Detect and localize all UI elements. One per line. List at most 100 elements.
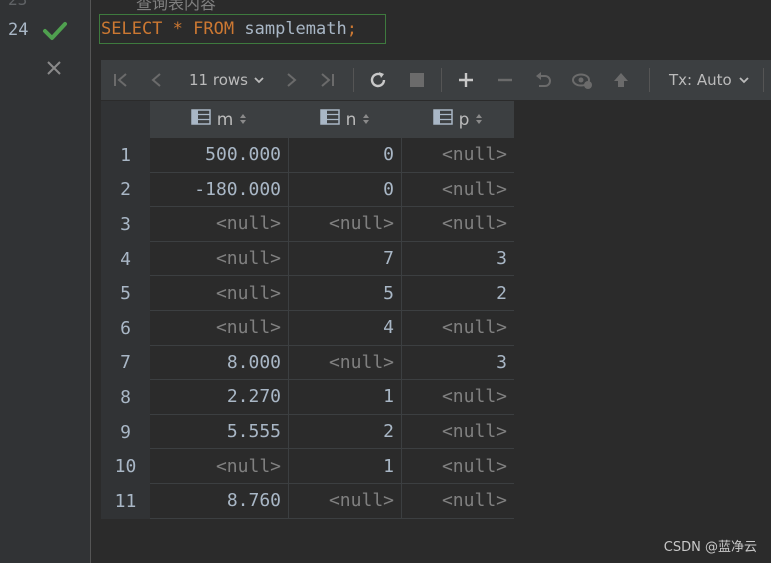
column-header-p[interactable]: p bbox=[402, 101, 514, 138]
sql-statement[interactable]: SELECT * FROM samplemath; bbox=[101, 19, 357, 39]
column-name: m bbox=[216, 109, 234, 130]
first-page-icon[interactable] bbox=[109, 60, 133, 100]
column-name: p bbox=[458, 109, 470, 130]
cell-p[interactable]: <null> bbox=[402, 380, 514, 415]
transaction-mode-dropdown[interactable]: Tx: Auto bbox=[669, 60, 750, 100]
column-name: n bbox=[345, 109, 357, 130]
cell-p[interactable]: 3 bbox=[402, 241, 514, 277]
results-toolbar: 11 rows Tx: Auto bbox=[101, 60, 771, 100]
cell-m[interactable]: 2.270 bbox=[150, 380, 289, 415]
cell-m[interactable]: 500.000 bbox=[150, 138, 289, 173]
table-row[interactable]: 6 <null> 4 <null> bbox=[101, 311, 514, 346]
toolbar-divider bbox=[763, 68, 764, 92]
cell-n[interactable]: <null> bbox=[289, 207, 402, 242]
cell-n[interactable]: <null> bbox=[289, 484, 402, 519]
row-number: 4 bbox=[101, 241, 150, 277]
table-row[interactable]: 7 8.000 <null> 3 bbox=[101, 345, 514, 381]
last-page-icon[interactable] bbox=[315, 60, 339, 100]
cell-n[interactable]: 5 bbox=[289, 276, 402, 311]
sql-keyword-select: SELECT bbox=[101, 19, 163, 39]
cell-n[interactable]: 0 bbox=[289, 172, 402, 208]
cell-p[interactable]: <null> bbox=[402, 484, 514, 519]
cell-n[interactable]: 2 bbox=[289, 414, 402, 450]
column-header-m[interactable]: m bbox=[150, 101, 289, 138]
row-number: 5 bbox=[101, 276, 150, 311]
cell-n[interactable]: <null> bbox=[289, 345, 402, 381]
cell-n[interactable]: 4 bbox=[289, 311, 402, 346]
toolbar-divider bbox=[649, 68, 650, 92]
row-number: 6 bbox=[101, 311, 150, 346]
cell-p[interactable]: <null> bbox=[402, 449, 514, 484]
table-row[interactable]: 5 <null> 5 2 bbox=[101, 276, 514, 311]
table-row[interactable]: 8 2.270 1 <null> bbox=[101, 380, 514, 415]
row-number-header bbox=[101, 101, 150, 138]
table-row[interactable]: 3 <null> <null> <null> bbox=[101, 207, 514, 242]
delete-row-icon[interactable] bbox=[493, 60, 517, 100]
cell-p[interactable]: <null> bbox=[402, 414, 514, 450]
cell-m[interactable]: 5.555 bbox=[150, 414, 289, 450]
line-number: 24 bbox=[8, 20, 29, 40]
editor-gutter bbox=[0, 0, 91, 563]
sort-icon bbox=[475, 110, 483, 130]
check-icon bbox=[43, 22, 67, 40]
table-row[interactable]: 10 <null> 1 <null> bbox=[101, 449, 514, 484]
stop-icon[interactable] bbox=[405, 60, 429, 100]
cell-p[interactable]: 3 bbox=[402, 345, 514, 381]
sort-icon bbox=[239, 110, 247, 130]
cell-m[interactable]: 8.000 bbox=[150, 345, 289, 381]
column-icon bbox=[190, 109, 211, 130]
rows-count-dropdown[interactable]: 11 rows bbox=[189, 60, 265, 100]
row-number: 11 bbox=[101, 484, 150, 519]
sql-table-name: samplemath bbox=[244, 19, 347, 39]
cell-m[interactable]: <null> bbox=[150, 311, 289, 346]
cell-p[interactable]: <null> bbox=[402, 207, 514, 242]
toolbar-divider bbox=[441, 68, 442, 92]
preview-changes-icon[interactable] bbox=[569, 60, 595, 100]
cell-n[interactable]: 0 bbox=[289, 138, 402, 173]
results-grid: m n p 1 500.000 0 <null> 2 -180.000 0 <null> 3 <n… bbox=[101, 101, 514, 519]
prev-page-icon[interactable] bbox=[145, 60, 169, 100]
row-number: 3 bbox=[101, 207, 150, 242]
cell-p[interactable]: <null> bbox=[402, 138, 514, 173]
rows-count-label: 11 rows bbox=[189, 71, 248, 89]
chevron-down-icon bbox=[739, 77, 749, 84]
sql-keyword-from: FROM bbox=[193, 19, 235, 39]
add-row-icon[interactable] bbox=[453, 60, 479, 100]
row-number: 8 bbox=[101, 380, 150, 415]
table-row[interactable]: 1 500.000 0 <null> bbox=[101, 138, 514, 173]
toolbar-divider bbox=[353, 68, 354, 92]
row-number: 10 bbox=[101, 449, 150, 484]
cell-n[interactable]: 1 bbox=[289, 449, 402, 484]
watermark: CSDN @蓝净云 bbox=[663, 540, 757, 555]
cell-m[interactable]: <null> bbox=[150, 241, 289, 277]
row-number: 2 bbox=[101, 172, 150, 208]
cell-p[interactable]: 2 bbox=[402, 276, 514, 311]
cell-m[interactable]: <null> bbox=[150, 449, 289, 484]
column-icon bbox=[432, 109, 453, 130]
row-number: 7 bbox=[101, 345, 150, 381]
table-row[interactable]: 11 8.760 <null> <null> bbox=[101, 484, 514, 519]
transaction-mode-label: Tx: Auto bbox=[669, 71, 732, 89]
close-icon[interactable] bbox=[46, 60, 62, 76]
cell-m[interactable]: <null> bbox=[150, 276, 289, 311]
row-number: 1 bbox=[101, 138, 150, 173]
column-header-n[interactable]: n bbox=[289, 101, 402, 138]
cell-n[interactable]: 7 bbox=[289, 241, 402, 277]
line-number-prev: 23 bbox=[8, 0, 27, 9]
cell-n[interactable]: 1 bbox=[289, 380, 402, 415]
table-row[interactable]: 2 -180.000 0 <null> bbox=[101, 172, 514, 208]
submit-icon[interactable] bbox=[609, 60, 633, 100]
revert-icon[interactable] bbox=[531, 60, 555, 100]
cell-p[interactable]: <null> bbox=[402, 172, 514, 208]
refresh-icon[interactable] bbox=[365, 60, 391, 100]
sort-icon bbox=[362, 110, 370, 130]
sql-star: * bbox=[172, 19, 183, 39]
next-page-icon[interactable] bbox=[279, 60, 303, 100]
table-row[interactable]: 4 <null> 7 3 bbox=[101, 241, 514, 277]
cell-m[interactable]: <null> bbox=[150, 207, 289, 242]
cell-m[interactable]: 8.760 bbox=[150, 484, 289, 519]
cell-p[interactable]: <null> bbox=[402, 311, 514, 346]
row-number: 9 bbox=[101, 414, 150, 450]
cell-m[interactable]: -180.000 bbox=[150, 172, 289, 208]
table-row[interactable]: 9 5.555 2 <null> bbox=[101, 414, 514, 450]
